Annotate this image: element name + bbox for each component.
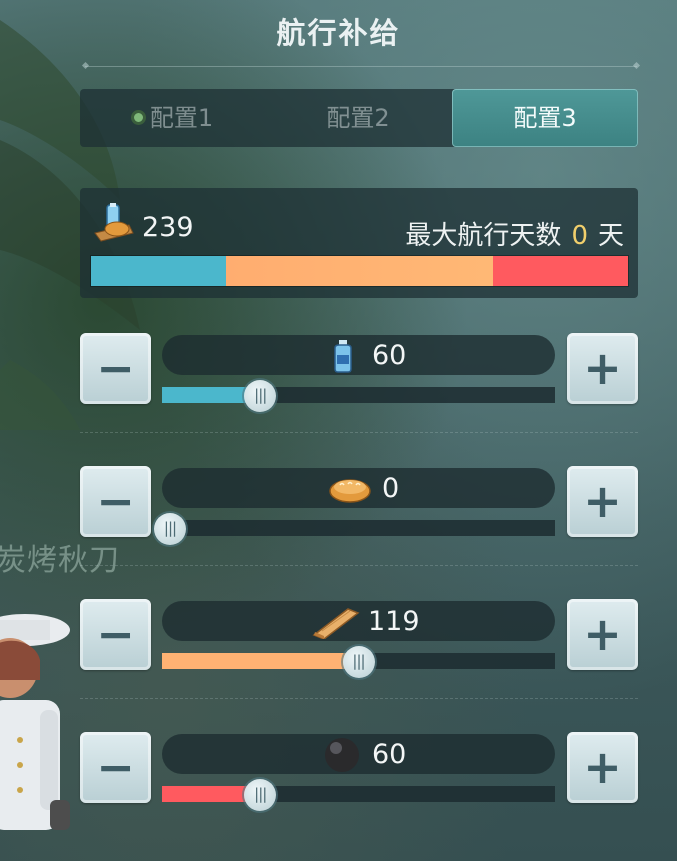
- water-slider-handle[interactable]: |||: [244, 380, 277, 412]
- tab-config-3[interactable]: 配置3: [452, 89, 638, 147]
- config-tabs: 配置1 配置2 配置3: [80, 89, 638, 147]
- max-voyage-days: 最大航行天数 0 天: [405, 215, 624, 252]
- decrease-wood-button[interactable]: −: [80, 599, 151, 670]
- tab-config-1[interactable]: 配置1: [80, 89, 264, 147]
- decrease-cannonball-button[interactable]: −: [80, 732, 151, 803]
- minus-icon: −: [96, 607, 135, 661]
- increase-wood-button[interactable]: +: [567, 599, 638, 670]
- row-divider: [80, 698, 638, 699]
- wood-amount-display: 119: [162, 601, 555, 641]
- supply-row-water: − 60 ||| +: [80, 333, 638, 412]
- increase-bread-button[interactable]: +: [567, 466, 638, 537]
- decrease-bread-button[interactable]: −: [80, 466, 151, 537]
- wood-plank-icon: [312, 608, 360, 639]
- increase-cannonball-button[interactable]: +: [567, 732, 638, 803]
- supply-segment-wood: [225, 256, 494, 286]
- cannonball-icon: [325, 738, 359, 772]
- water-slider[interactable]: |||: [162, 380, 555, 412]
- active-config-indicator-icon: [130, 109, 146, 125]
- supply-row-cannonball: − 60 ||| +: [80, 732, 638, 811]
- supply-segment-water: [91, 256, 226, 286]
- plus-icon: +: [583, 740, 622, 794]
- tab-label: 配置2: [326, 104, 390, 132]
- water-bottle-icon: [334, 340, 352, 373]
- wood-amount: 119: [368, 606, 420, 637]
- minus-icon: −: [96, 474, 135, 528]
- minus-icon: −: [96, 740, 135, 794]
- supply-row-bread: − 0 ||| +: [80, 466, 638, 545]
- cannonball-amount-display: 60: [162, 734, 555, 774]
- bread-slider[interactable]: |||: [154, 513, 555, 545]
- row-divider: [80, 565, 638, 566]
- supply-distribution-bar: [90, 255, 629, 287]
- water-amount: 60: [372, 340, 407, 371]
- tab-label: 配置3: [513, 104, 577, 132]
- wood-slider[interactable]: |||: [162, 646, 555, 678]
- cannonball-slider-handle[interactable]: |||: [244, 779, 277, 811]
- increase-water-button[interactable]: +: [567, 333, 638, 404]
- minus-icon: −: [96, 341, 135, 395]
- page-title: 航行补给: [276, 16, 401, 50]
- row-divider: [80, 432, 638, 433]
- supply-segment-cannonball: [493, 256, 628, 286]
- bread-amount-display: 0: [162, 468, 555, 508]
- background-dish-label: 炭烤秋刀: [0, 543, 120, 578]
- supply-summary: 239 最大航行天数 0 天: [80, 188, 638, 298]
- cannonball-amount: 60: [372, 739, 407, 770]
- bread-amount: 0: [382, 473, 400, 504]
- tab-config-2[interactable]: 配置2: [266, 89, 450, 147]
- max-days-value: 0: [571, 221, 588, 251]
- supply-row-wood: − 119 ||| +: [80, 599, 638, 678]
- title-divider: [85, 66, 637, 67]
- plus-icon: +: [583, 474, 622, 528]
- wood-slider-fill: [162, 653, 359, 669]
- captain-character: [0, 614, 70, 830]
- bread-slider-handle[interactable]: |||: [154, 513, 186, 545]
- decrease-water-button[interactable]: −: [80, 333, 151, 404]
- tab-label: 配置1: [149, 104, 214, 132]
- wood-slider-handle[interactable]: |||: [342, 646, 375, 678]
- cannonball-slider[interactable]: |||: [162, 779, 555, 811]
- supplies-icon: [94, 203, 134, 242]
- bread-icon: [329, 479, 371, 503]
- max-days-label: 最大航行天数: [405, 221, 562, 251]
- supply-total: 239: [142, 212, 194, 243]
- plus-icon: +: [583, 607, 622, 661]
- plus-icon: +: [583, 341, 622, 395]
- water-amount-display: 60: [162, 335, 555, 375]
- max-days-unit: 天: [597, 221, 624, 251]
